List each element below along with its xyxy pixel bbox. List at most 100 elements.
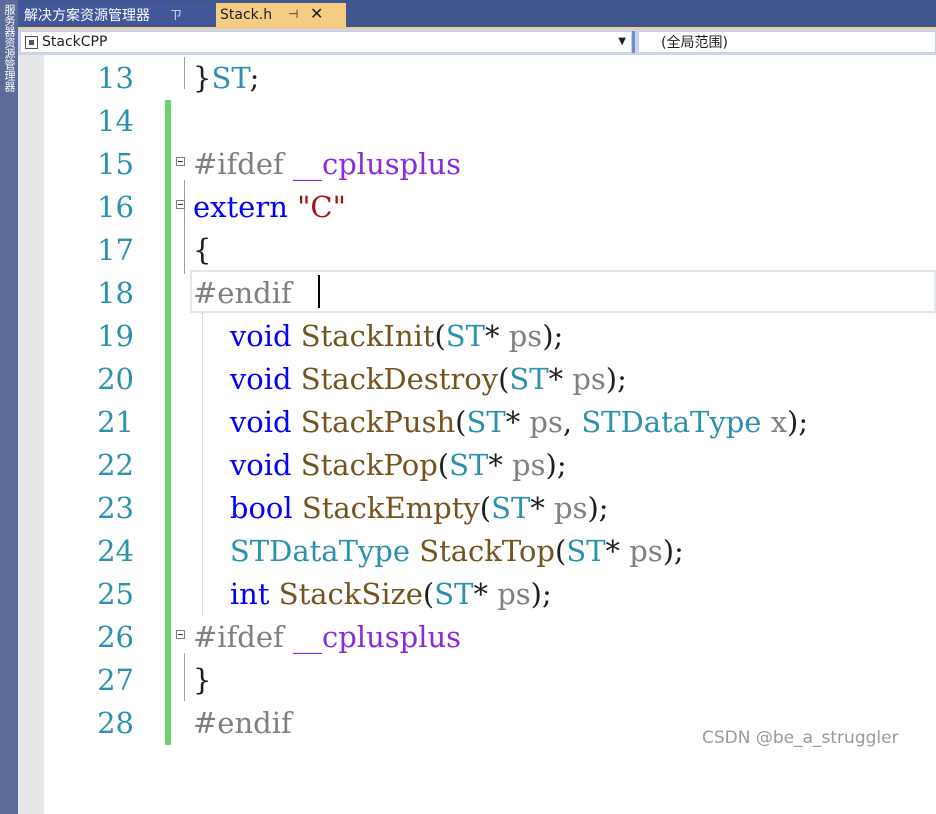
code-text[interactable]: { (193, 229, 211, 272)
project-dropdown[interactable]: StackCPP ▼ (20, 31, 632, 53)
code-token: ps (508, 319, 543, 353)
code-text[interactable]: void StackPop(ST* ps); (193, 444, 567, 487)
close-tab-icon[interactable]: ✕ (310, 4, 323, 23)
code-line[interactable]: 17 { (18, 229, 936, 272)
tab-stack-h-label: Stack.h (220, 7, 273, 23)
scope-label: (全局范围) (661, 35, 728, 51)
code-token: StackInit (300, 319, 435, 353)
code-token: StackDestroy (300, 362, 499, 396)
code-text[interactable]: } (193, 659, 211, 702)
scope-dropdown[interactable]: (全局范围) (638, 31, 936, 53)
code-line[interactable]: 14 (18, 100, 936, 143)
code-token: __cplusplus (293, 620, 462, 654)
code-token: ( (479, 491, 492, 525)
collapse-toggle-icon[interactable] (176, 200, 185, 209)
code-text[interactable]: #ifdef __cplusplus (193, 143, 461, 186)
code-text[interactable]: #endif (193, 702, 292, 745)
tab-bar: 解决方案资源管理器 ㄗ Stack.h ⊣ ✕ (18, 0, 936, 29)
code-token: StackTop (419, 534, 555, 568)
pin-tab-icon[interactable]: ⊣ (288, 7, 298, 21)
code-token: x (770, 405, 788, 439)
line-number: 14 (97, 104, 134, 138)
line-number: 20 (97, 362, 134, 396)
code-token: ); (662, 534, 684, 568)
code-text[interactable]: void StackDestroy(ST* ps); (193, 358, 627, 401)
navbar-splitter[interactable] (632, 31, 635, 53)
server-explorer-label[interactable]: 服务器资源管理器 (1, 4, 17, 124)
code-text[interactable]: STDataType StackTop(ST* ps); (193, 530, 684, 573)
code-text[interactable]: int StackSize(ST* ps); (193, 573, 552, 616)
code-token: STDataType (229, 534, 411, 568)
code-line[interactable]: 21 void StackPush(ST* ps, STDataType x); (18, 401, 936, 444)
code-token: ps (629, 534, 663, 568)
code-token: ps (554, 491, 588, 525)
code-line[interactable]: 13}ST; (18, 57, 936, 100)
code-token: ps (572, 362, 606, 396)
code-token: ST (211, 61, 250, 95)
line-number: 23 (97, 491, 134, 525)
project-name: StackCPP (42, 34, 108, 50)
line-number: 27 (97, 663, 134, 697)
code-token: ST (509, 362, 549, 396)
code-text[interactable]: bool StackEmpty(ST* ps); (193, 487, 609, 530)
text-caret (318, 275, 320, 308)
line-number: 25 (97, 577, 134, 611)
code-token: #ifdef (193, 147, 293, 181)
code-token: ( (422, 577, 435, 611)
code-token: "C" (297, 190, 346, 224)
line-number: 18 (97, 276, 134, 310)
server-explorer-strip[interactable]: 服务器资源管理器 (0, 0, 18, 814)
line-number: 17 (97, 233, 134, 267)
line-number: 24 (97, 534, 134, 568)
code-line[interactable]: 25 int StackSize(ST* ps); (18, 573, 936, 616)
code-token: #endif (193, 706, 292, 740)
code-editor[interactable]: 13}ST; 14 15 #ifdef __cplusplus 16 extern "C"… (18, 55, 936, 814)
code-line[interactable]: 19 void StackInit(ST* ps); (18, 315, 936, 358)
code-text[interactable]: }ST; (193, 57, 259, 100)
code-token: ); (587, 491, 609, 525)
code-line[interactable]: 22 void StackPop(ST* ps); (18, 444, 936, 487)
code-line[interactable]: 16 extern "C" (18, 186, 936, 229)
code-token: ( (437, 448, 450, 482)
code-token: ; (249, 61, 260, 95)
code-token: ); (787, 405, 809, 439)
code-line[interactable]: 15 #ifdef __cplusplus (18, 143, 936, 186)
code-token: * (488, 448, 513, 482)
chevron-down-icon[interactable]: ▼ (618, 36, 626, 47)
code-line[interactable]: 26 #ifdef __cplusplus (18, 616, 936, 659)
code-token: * (605, 534, 630, 568)
line-number: 22 (97, 448, 134, 482)
collapse-toggle-icon[interactable] (176, 157, 185, 166)
pin-icon[interactable]: ㄗ (170, 6, 182, 23)
code-line[interactable]: 20 void StackDestroy(ST* ps); (18, 358, 936, 401)
code-token: ps (497, 577, 531, 611)
code-line[interactable]: 23 bool StackEmpty(ST* ps); (18, 487, 936, 530)
code-line[interactable]: 27} (18, 659, 936, 702)
line-number: 26 (97, 620, 134, 654)
code-token: ps (512, 448, 546, 482)
code-token: * (485, 319, 509, 353)
code-token: ST (445, 319, 486, 353)
tab-solution-explorer[interactable]: 解决方案资源管理器 ㄗ (18, 3, 214, 27)
code-token: * (473, 577, 498, 611)
code-text[interactable]: extern "C" (193, 186, 346, 229)
code-line[interactable]: 24 STDataType StackTop(ST* ps); (18, 530, 936, 573)
line-number: 19 (97, 319, 134, 353)
code-text[interactable]: #endif (193, 272, 301, 315)
code-text[interactable]: #ifdef __cplusplus (193, 616, 461, 659)
code-text[interactable]: void StackInit(ST* ps); (193, 315, 563, 358)
line-number: 21 (97, 405, 134, 439)
collapse-toggle-icon[interactable] (176, 630, 185, 639)
code-text[interactable]: void StackPush(ST* ps, STDataType x); (193, 401, 808, 444)
code-line[interactable]: 18 #endif (18, 272, 936, 315)
tab-stack-h[interactable]: Stack.h ⊣ ✕ (216, 3, 346, 27)
code-token: } (193, 663, 212, 697)
code-token: ( (555, 534, 567, 568)
code-token: * (530, 491, 555, 525)
